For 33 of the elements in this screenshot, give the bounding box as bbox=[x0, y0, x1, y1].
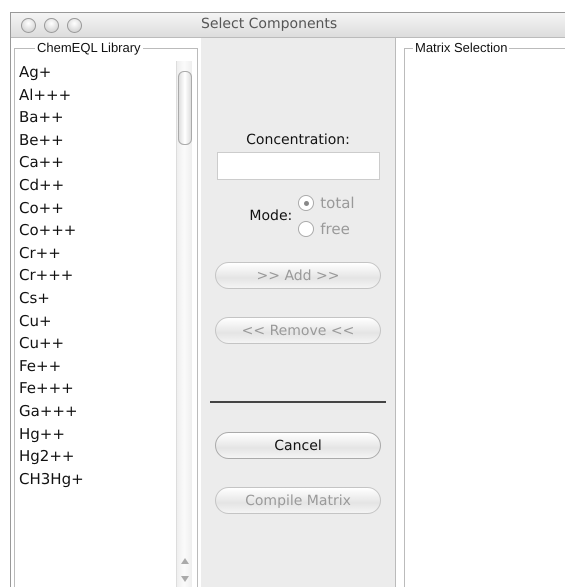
action-button[interactable]: Cancel bbox=[215, 432, 381, 459]
list-item[interactable]: Be++ bbox=[19, 128, 176, 152]
concentration-field[interactable] bbox=[216, 152, 380, 180]
window-title: Select Components bbox=[201, 16, 338, 32]
window-control-icon[interactable] bbox=[67, 18, 82, 32]
list-item[interactable]: Cr++ bbox=[19, 242, 176, 264]
window-control-icon[interactable] bbox=[21, 18, 36, 32]
list-item[interactable]: Fe++ bbox=[19, 354, 176, 378]
scroll-down-icon[interactable] bbox=[180, 575, 190, 583]
list-item[interactable]: Ag+ bbox=[19, 61, 176, 84]
list-item[interactable]: Cu+ bbox=[19, 310, 176, 332]
mode-label: Mode: bbox=[249, 208, 292, 224]
concentration-label: Concentration: bbox=[246, 132, 350, 148]
group-title: ChemEQL Library bbox=[35, 40, 143, 55]
list-item[interactable]: CH3Hg+ bbox=[19, 468, 176, 490]
scroll-thumb[interactable] bbox=[178, 71, 192, 145]
list-item[interactable]: Cr+++ bbox=[19, 264, 176, 287]
list-item[interactable]: Hg2++ bbox=[19, 445, 176, 468]
group-title: Matrix Selection bbox=[413, 40, 510, 55]
list-item[interactable]: Co+++ bbox=[19, 219, 176, 242]
list-item[interactable]: Hg++ bbox=[19, 422, 176, 446]
window-control-icon[interactable] bbox=[44, 18, 59, 32]
list-item[interactable]: Ga+++ bbox=[19, 400, 176, 422]
scroll-up-icon[interactable] bbox=[180, 557, 190, 565]
list-item[interactable]: Cs+ bbox=[19, 286, 176, 310]
scrollbar[interactable] bbox=[176, 61, 192, 587]
list-item[interactable]: Co++ bbox=[19, 196, 176, 220]
list-item[interactable]: Ca++ bbox=[19, 151, 176, 174]
list-item[interactable]: Cd++ bbox=[19, 174, 176, 197]
list-item[interactable]: Cu++ bbox=[19, 332, 176, 355]
list-item[interactable]: Fe+++ bbox=[19, 377, 176, 400]
list-item[interactable]: Ba++ bbox=[19, 106, 176, 129]
list-item[interactable]: Al+++ bbox=[19, 84, 176, 106]
